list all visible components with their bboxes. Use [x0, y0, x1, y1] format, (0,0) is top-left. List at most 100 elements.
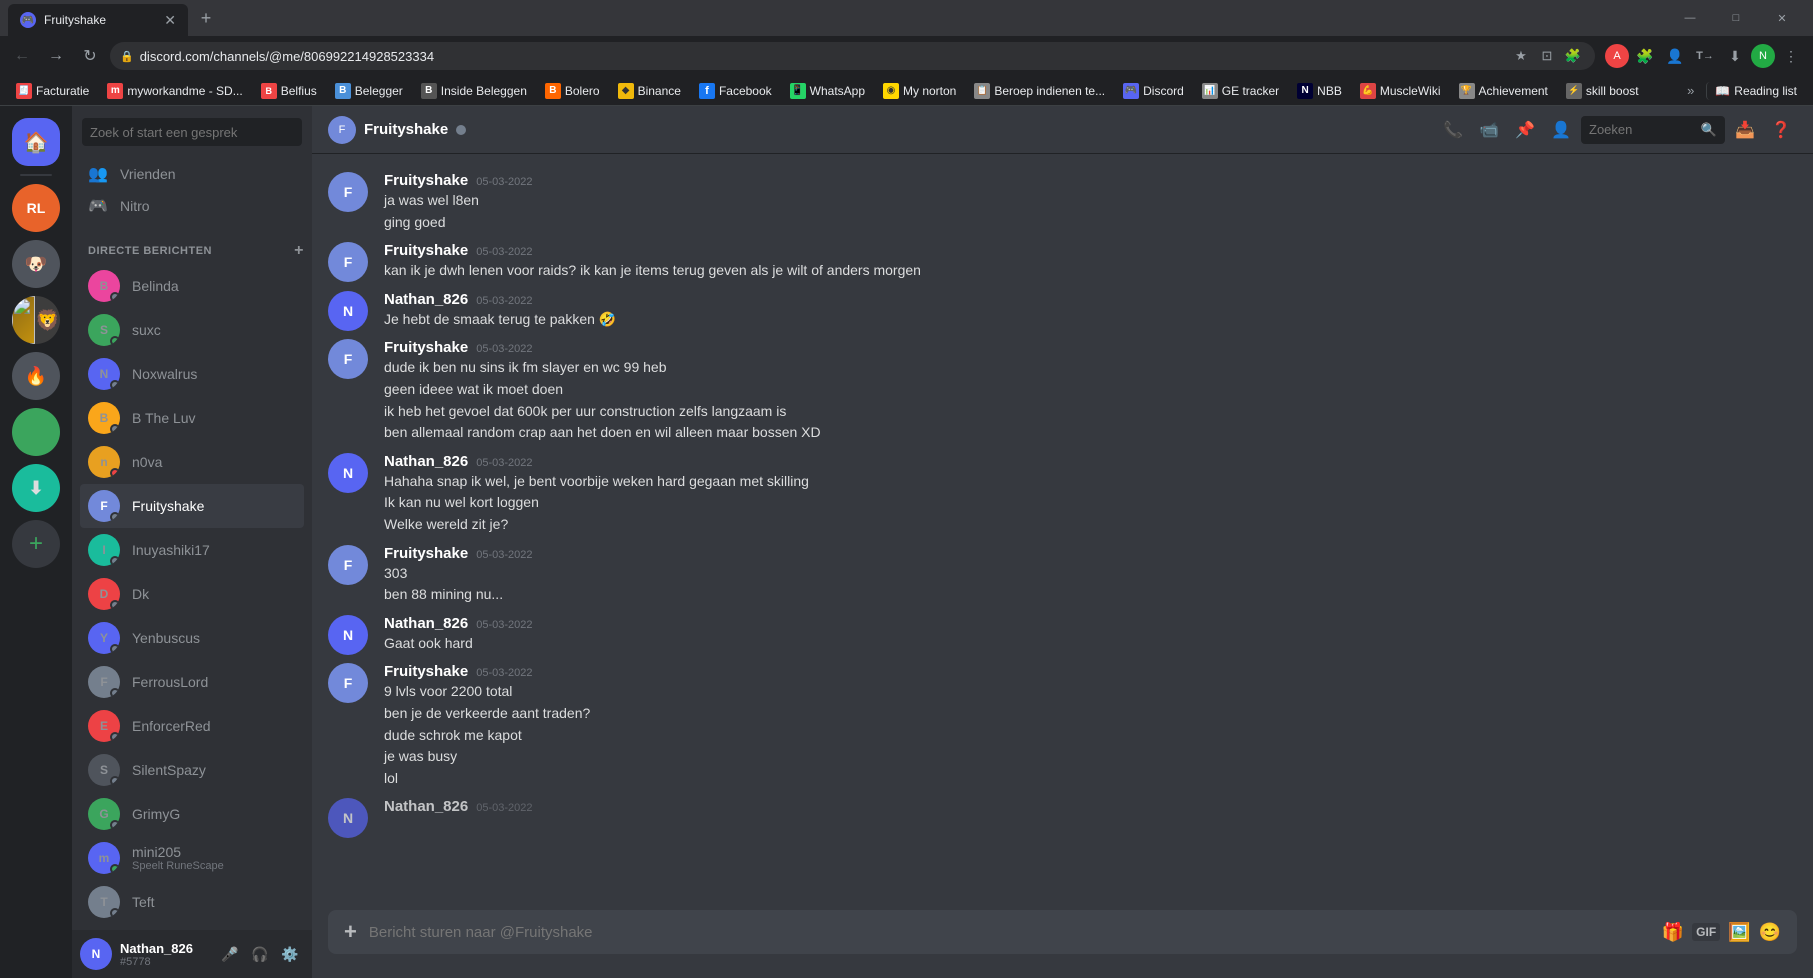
- profile-icon[interactable]: A: [1605, 44, 1629, 68]
- phone-call-button[interactable]: 📞: [1437, 114, 1469, 146]
- bookmark-nbb[interactable]: N NBB: [1289, 79, 1350, 103]
- bookmark-norton[interactable]: ◉ My norton: [875, 79, 964, 103]
- server-icon-4[interactable]: [12, 408, 60, 456]
- reading-list-button[interactable]: 📖 Reading list: [1706, 82, 1805, 100]
- bookmark-label: Belegger: [355, 84, 403, 98]
- more-btn[interactable]: ⋮: [1777, 42, 1805, 70]
- dm-item-yenbuscus[interactable]: Y Yenbuscus: [80, 616, 304, 660]
- server-icon-1[interactable]: 🐶: [12, 240, 60, 288]
- message-author[interactable]: Fruityshake: [384, 545, 468, 562]
- chat-search-input[interactable]: [1589, 122, 1695, 137]
- bookmark-binance[interactable]: ◆ Binance: [610, 79, 689, 103]
- restore-button[interactable]: □: [1713, 0, 1759, 36]
- message-timestamp: 05-03-2022: [476, 457, 532, 469]
- dm-item-teft[interactable]: T Teft: [80, 880, 304, 924]
- dm-item-enforcerred[interactable]: E EnforcerRed: [80, 704, 304, 748]
- bookmark-beroep[interactable]: 📋 Beroep indienen te...: [966, 79, 1113, 103]
- dm-username: suxc: [132, 322, 161, 338]
- dm-item-grimyg[interactable]: G GrimyG: [80, 792, 304, 836]
- close-window-button[interactable]: ✕: [1759, 0, 1805, 36]
- add-server-button[interactable]: +: [12, 520, 60, 568]
- back-button[interactable]: ←: [8, 42, 36, 70]
- address-bar[interactable]: 🔒 discord.com/channels/@me/8069922149285…: [110, 42, 1595, 70]
- server-icon-3[interactable]: 🔥: [12, 352, 60, 400]
- dm-item-nova[interactable]: n n0va: [80, 440, 304, 484]
- sticker-button[interactable]: 🖼️: [1728, 922, 1750, 943]
- bookmark-favicon: 🧾: [16, 83, 32, 99]
- message-author[interactable]: Nathan_826: [384, 798, 468, 815]
- message-author[interactable]: Nathan_826: [384, 615, 468, 632]
- dm-item-ferrouslord[interactable]: F FerrousLord: [80, 660, 304, 704]
- extensions-icon[interactable]: 🧩: [1561, 44, 1585, 68]
- bookmark-favicon: ◉: [883, 83, 899, 99]
- refresh-button[interactable]: ↻: [76, 42, 104, 70]
- dm-item-fruityshake[interactable]: F Fruityshake: [80, 484, 304, 528]
- help-button[interactable]: ❓: [1765, 114, 1797, 146]
- dm-item-btheluv[interactable]: B B The Luv: [80, 396, 304, 440]
- profile-btn[interactable]: 👤: [1661, 42, 1689, 70]
- bookmark-discord[interactable]: 🎮 Discord: [1115, 79, 1192, 103]
- settings-button[interactable]: ⚙️: [276, 940, 304, 968]
- chat-search-bar[interactable]: 🔍: [1581, 116, 1725, 144]
- bookmark-musclewiki[interactable]: 💪 MuscleWiki: [1352, 79, 1449, 103]
- dm-item-dk[interactable]: D Dk: [80, 572, 304, 616]
- message-author[interactable]: Fruityshake: [384, 339, 468, 356]
- extensions-btn[interactable]: 🧩: [1631, 42, 1659, 70]
- server-icon-5[interactable]: ⬇: [12, 464, 60, 512]
- server-icon-rl[interactable]: RL: [12, 184, 60, 232]
- bookmark-bolero[interactable]: B Bolero: [537, 79, 608, 103]
- gift-button[interactable]: 🎁: [1662, 922, 1684, 943]
- bookmark-belegger[interactable]: B Belegger: [327, 79, 411, 103]
- dm-item-belinda[interactable]: B Belinda: [80, 264, 304, 308]
- active-tab[interactable]: 🎮 Fruityshake ✕: [8, 4, 188, 36]
- message-avatar: N: [328, 798, 368, 838]
- download-btn[interactable]: ⬇: [1721, 42, 1749, 70]
- bookmark-belfius[interactable]: B Belfius: [253, 79, 325, 103]
- bookmark-facturatie[interactable]: 🧾 Facturatie: [8, 79, 97, 103]
- emoji-button[interactable]: 😊: [1759, 922, 1781, 943]
- bookmark-ge-tracker[interactable]: 📊 GE tracker: [1194, 79, 1287, 103]
- sidebar-item-nitro[interactable]: 🎮 Nitro: [80, 190, 304, 222]
- bookmark-mywork[interactable]: m myworkandme - SD...: [99, 79, 250, 103]
- add-member-button[interactable]: 👤: [1545, 114, 1577, 146]
- minimize-button[interactable]: —: [1667, 0, 1713, 36]
- forward-button[interactable]: →: [42, 42, 70, 70]
- bookmark-skillboost[interactable]: ⚡ skill boost: [1558, 79, 1647, 103]
- bookmark-achievement[interactable]: 🏆 Achievement: [1451, 79, 1556, 103]
- message-author[interactable]: Nathan_826: [384, 453, 468, 470]
- inbox-button[interactable]: 📥: [1729, 114, 1761, 146]
- bookmark-facebook[interactable]: f Facebook: [691, 79, 780, 103]
- chat-header: F Fruityshake 📞 📹 📌 👤 🔍 📥 ❓: [312, 106, 1813, 154]
- mute-button[interactable]: 🎤: [216, 940, 244, 968]
- message-author[interactable]: Fruityshake: [384, 172, 468, 189]
- server-icon-2[interactable]: 🦁: [12, 296, 60, 344]
- add-dm-button[interactable]: +: [294, 242, 304, 260]
- dm-item-suxc[interactable]: S suxc: [80, 308, 304, 352]
- chat-message-input[interactable]: [369, 924, 1650, 941]
- translate-btn[interactable]: T→: [1691, 42, 1719, 70]
- dm-item-inuyashiki[interactable]: I Inuyashiki17: [80, 528, 304, 572]
- dm-item-noxwalrus[interactable]: N Noxwalrus: [80, 352, 304, 396]
- user-profile-btn[interactable]: N: [1751, 44, 1775, 68]
- bookmark-star-icon[interactable]: ★: [1509, 44, 1533, 68]
- bookmark-inside[interactable]: B Inside Beleggen: [413, 79, 535, 103]
- deafen-button[interactable]: 🎧: [246, 940, 274, 968]
- home-server-icon[interactable]: 🏠: [12, 118, 60, 166]
- add-attachment-button[interactable]: +: [344, 919, 357, 945]
- new-tab-button[interactable]: +: [192, 4, 220, 32]
- message-author[interactable]: Fruityshake: [384, 663, 468, 680]
- dm-username: Teft: [132, 894, 155, 910]
- sidebar-item-friends[interactable]: 👥 Vrienden: [80, 158, 304, 190]
- gif-button[interactable]: GIF: [1692, 923, 1720, 941]
- dm-search-input[interactable]: [82, 118, 302, 146]
- bookmarks-more-button[interactable]: »: [1681, 81, 1700, 100]
- bookmark-whatsapp[interactable]: 📱 WhatsApp: [782, 79, 873, 103]
- tab-close-button[interactable]: ✕: [164, 12, 176, 29]
- cast-icon[interactable]: ⊡: [1535, 44, 1559, 68]
- message-author[interactable]: Fruityshake: [384, 242, 468, 259]
- pin-button[interactable]: 📌: [1509, 114, 1541, 146]
- video-call-button[interactable]: 📹: [1473, 114, 1505, 146]
- dm-item-silentspazy[interactable]: S SilentSpazy: [80, 748, 304, 792]
- message-author[interactable]: Nathan_826: [384, 291, 468, 308]
- dm-item-mini205[interactable]: m mini205 Speelt RuneScape: [80, 836, 304, 880]
